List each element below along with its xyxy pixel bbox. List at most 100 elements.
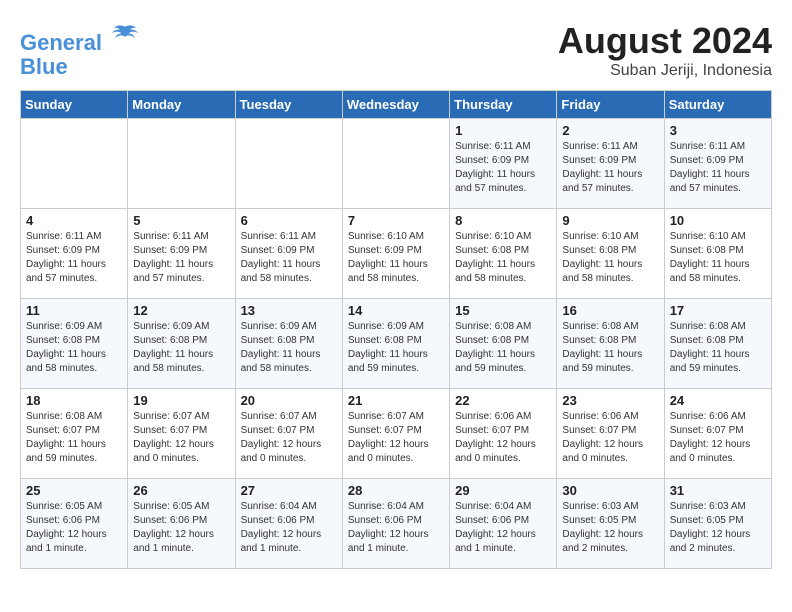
day-number: 13 bbox=[241, 303, 337, 318]
day-cell: 23 Sunrise: 6:06 AM Sunset: 6:07 PM Dayli… bbox=[557, 389, 664, 479]
day-cell: 28 Sunrise: 6:04 AM Sunset: 6:06 PM Dayli… bbox=[342, 479, 449, 569]
day-number: 4 bbox=[26, 213, 122, 228]
day-info: Sunrise: 6:11 AM Sunset: 6:09 PM Dayligh… bbox=[133, 230, 229, 286]
day-number: 31 bbox=[670, 483, 766, 498]
week-row-4: 25 Sunrise: 6:05 AM Sunset: 6:06 PM Dayli… bbox=[21, 479, 772, 569]
day-number: 17 bbox=[670, 303, 766, 318]
day-info: Sunrise: 6:06 AM Sunset: 6:07 PM Dayligh… bbox=[670, 410, 766, 466]
day-info: Sunrise: 6:09 AM Sunset: 6:08 PM Dayligh… bbox=[133, 320, 229, 376]
day-cell: 24 Sunrise: 6:06 AM Sunset: 6:07 PM Dayli… bbox=[664, 389, 771, 479]
day-info: Sunrise: 6:09 AM Sunset: 6:08 PM Dayligh… bbox=[26, 320, 122, 376]
day-cell: 5 Sunrise: 6:11 AM Sunset: 6:09 PM Daylig… bbox=[128, 209, 235, 299]
day-number: 21 bbox=[348, 393, 444, 408]
day-number: 23 bbox=[562, 393, 658, 408]
day-cell: 26Sunrise: 6:05 AM Sunset: 6:06 PM Dayli… bbox=[128, 479, 235, 569]
week-row-0: 1 Sunrise: 6:11 AM Sunset: 6:09 PM Daylig… bbox=[21, 119, 772, 209]
calendar-table: SundayMondayTuesdayWednesdayThursdayFrid… bbox=[20, 90, 772, 569]
header-day-sunday: Sunday bbox=[21, 91, 128, 119]
day-number: 15 bbox=[455, 303, 551, 318]
day-cell: 4 Sunrise: 6:11 AM Sunset: 6:09 PM Daylig… bbox=[21, 209, 128, 299]
day-info: Sunrise: 6:10 AM Sunset: 6:08 PM Dayligh… bbox=[562, 230, 658, 286]
week-row-3: 18Sunrise: 6:08 AM Sunset: 6:07 PM Dayli… bbox=[21, 389, 772, 479]
day-cell bbox=[128, 119, 235, 209]
day-info: Sunrise: 6:09 AM Sunset: 6:08 PM Dayligh… bbox=[348, 320, 444, 376]
day-number: 20 bbox=[241, 393, 337, 408]
page-header: General Blue August 2024 Suban Jeriji, I… bbox=[20, 20, 772, 80]
day-number: 8 bbox=[455, 213, 551, 228]
day-number: 28 bbox=[348, 483, 444, 498]
day-info: Sunrise: 6:10 AM Sunset: 6:08 PM Dayligh… bbox=[455, 230, 551, 286]
day-number: 1 bbox=[455, 123, 551, 138]
calendar-header: SundayMondayTuesdayWednesdayThursdayFrid… bbox=[21, 91, 772, 119]
week-row-2: 11 Sunrise: 6:09 AM Sunset: 6:08 PM Dayli… bbox=[21, 299, 772, 389]
day-number: 5 bbox=[133, 213, 229, 228]
day-cell: 14Sunrise: 6:09 AM Sunset: 6:08 PM Dayli… bbox=[342, 299, 449, 389]
header-day-thursday: Thursday bbox=[450, 91, 557, 119]
header-day-monday: Monday bbox=[128, 91, 235, 119]
day-info: Sunrise: 6:08 AM Sunset: 6:08 PM Dayligh… bbox=[670, 320, 766, 376]
day-number: 16 bbox=[562, 303, 658, 318]
day-cell: 8 Sunrise: 6:10 AM Sunset: 6:08 PM Daylig… bbox=[450, 209, 557, 299]
day-number: 9 bbox=[562, 213, 658, 228]
day-cell: 11 Sunrise: 6:09 AM Sunset: 6:08 PM Dayli… bbox=[21, 299, 128, 389]
day-info: Sunrise: 6:07 AM Sunset: 6:07 PM Dayligh… bbox=[348, 410, 444, 466]
day-info: Sunrise: 6:11 AM Sunset: 6:09 PM Dayligh… bbox=[670, 140, 766, 196]
day-cell: 22 Sunrise: 6:06 AM Sunset: 6:07 PM Dayli… bbox=[450, 389, 557, 479]
day-number: 6 bbox=[241, 213, 337, 228]
day-cell bbox=[342, 119, 449, 209]
day-info: Sunrise: 6:11 AM Sunset: 6:09 PM Dayligh… bbox=[26, 230, 122, 286]
header-day-saturday: Saturday bbox=[664, 91, 771, 119]
day-info: Sunrise: 6:11 AM Sunset: 6:09 PM Dayligh… bbox=[562, 140, 658, 196]
day-number: 24 bbox=[670, 393, 766, 408]
header-day-friday: Friday bbox=[557, 91, 664, 119]
day-info: Sunrise: 6:04 AM Sunset: 6:06 PM Dayligh… bbox=[348, 500, 444, 556]
day-cell: 15 Sunrise: 6:08 AM Sunset: 6:08 PM Dayli… bbox=[450, 299, 557, 389]
header-row: SundayMondayTuesdayWednesdayThursdayFrid… bbox=[21, 91, 772, 119]
day-cell: 18Sunrise: 6:08 AM Sunset: 6:07 PM Dayli… bbox=[21, 389, 128, 479]
day-cell: 13Sunrise: 6:09 AM Sunset: 6:08 PM Dayli… bbox=[235, 299, 342, 389]
day-cell: 27Sunrise: 6:04 AM Sunset: 6:06 PM Dayli… bbox=[235, 479, 342, 569]
logo-bird-icon bbox=[110, 20, 140, 50]
month-title: August 2024 bbox=[558, 20, 772, 62]
day-number: 2 bbox=[562, 123, 658, 138]
day-info: Sunrise: 6:03 AM Sunset: 6:05 PM Dayligh… bbox=[562, 500, 658, 556]
day-number: 11 bbox=[26, 303, 122, 318]
subtitle: Suban Jeriji, Indonesia bbox=[558, 62, 772, 80]
day-cell: 2 Sunrise: 6:11 AM Sunset: 6:09 PM Daylig… bbox=[557, 119, 664, 209]
day-cell: 3 Sunrise: 6:11 AM Sunset: 6:09 PM Daylig… bbox=[664, 119, 771, 209]
day-number: 7 bbox=[348, 213, 444, 228]
calendar-body: 1 Sunrise: 6:11 AM Sunset: 6:09 PM Daylig… bbox=[21, 119, 772, 569]
day-cell: 9 Sunrise: 6:10 AM Sunset: 6:08 PM Daylig… bbox=[557, 209, 664, 299]
day-info: Sunrise: 6:05 AM Sunset: 6:06 PM Dayligh… bbox=[26, 500, 122, 556]
day-info: Sunrise: 6:10 AM Sunset: 6:09 PM Dayligh… bbox=[348, 230, 444, 286]
day-info: Sunrise: 6:08 AM Sunset: 6:08 PM Dayligh… bbox=[562, 320, 658, 376]
day-number: 3 bbox=[670, 123, 766, 138]
day-number: 25 bbox=[26, 483, 122, 498]
day-info: Sunrise: 6:08 AM Sunset: 6:08 PM Dayligh… bbox=[455, 320, 551, 376]
day-cell: 19Sunrise: 6:07 AM Sunset: 6:07 PM Dayli… bbox=[128, 389, 235, 479]
day-cell bbox=[21, 119, 128, 209]
day-info: Sunrise: 6:06 AM Sunset: 6:07 PM Dayligh… bbox=[562, 410, 658, 466]
day-number: 10 bbox=[670, 213, 766, 228]
day-number: 22 bbox=[455, 393, 551, 408]
day-cell: 20Sunrise: 6:07 AM Sunset: 6:07 PM Dayli… bbox=[235, 389, 342, 479]
day-info: Sunrise: 6:06 AM Sunset: 6:07 PM Dayligh… bbox=[455, 410, 551, 466]
title-block: August 2024 Suban Jeriji, Indonesia bbox=[558, 20, 772, 80]
logo-general: General bbox=[20, 30, 102, 55]
day-cell: 12 Sunrise: 6:09 AM Sunset: 6:08 PM Dayli… bbox=[128, 299, 235, 389]
header-day-tuesday: Tuesday bbox=[235, 91, 342, 119]
header-day-wednesday: Wednesday bbox=[342, 91, 449, 119]
day-info: Sunrise: 6:07 AM Sunset: 6:07 PM Dayligh… bbox=[133, 410, 229, 466]
day-number: 12 bbox=[133, 303, 229, 318]
day-cell: 30Sunrise: 6:03 AM Sunset: 6:05 PM Dayli… bbox=[557, 479, 664, 569]
day-number: 18 bbox=[26, 393, 122, 408]
week-row-1: 4 Sunrise: 6:11 AM Sunset: 6:09 PM Daylig… bbox=[21, 209, 772, 299]
day-cell: 31Sunrise: 6:03 AM Sunset: 6:05 PM Dayli… bbox=[664, 479, 771, 569]
day-number: 26 bbox=[133, 483, 229, 498]
logo-blue: Blue bbox=[20, 54, 68, 79]
day-cell: 17 Sunrise: 6:08 AM Sunset: 6:08 PM Dayli… bbox=[664, 299, 771, 389]
day-number: 29 bbox=[455, 483, 551, 498]
day-cell: 6Sunrise: 6:11 AM Sunset: 6:09 PM Daylig… bbox=[235, 209, 342, 299]
day-info: Sunrise: 6:11 AM Sunset: 6:09 PM Dayligh… bbox=[455, 140, 551, 196]
day-cell: 1 Sunrise: 6:11 AM Sunset: 6:09 PM Daylig… bbox=[450, 119, 557, 209]
